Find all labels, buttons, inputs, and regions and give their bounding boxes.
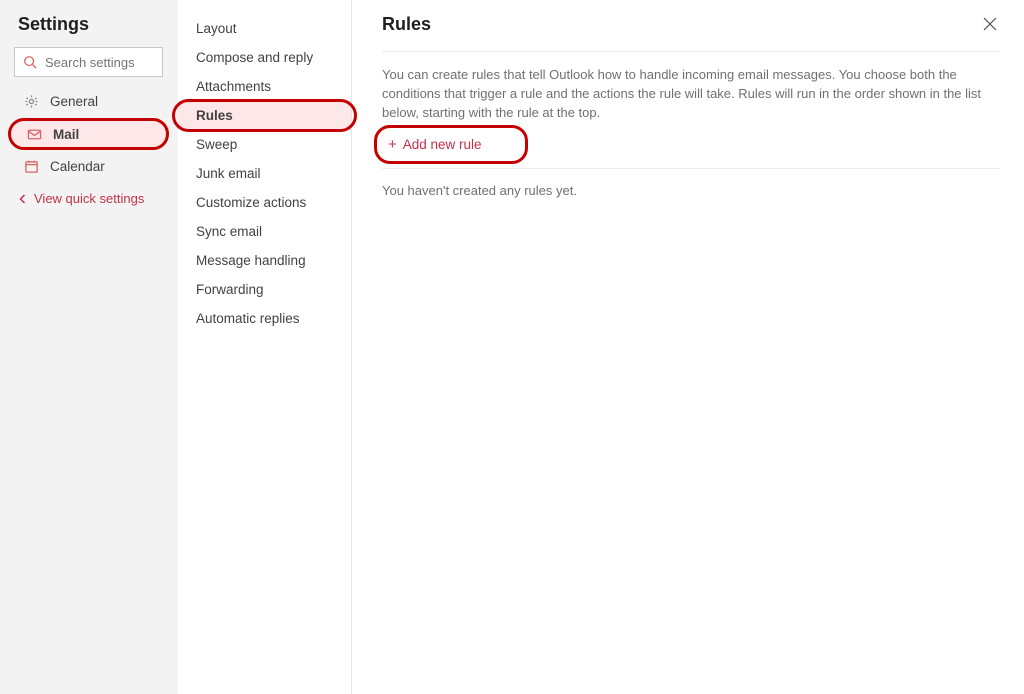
submenu-label: Junk email xyxy=(196,166,261,181)
plus-icon: + xyxy=(388,137,397,152)
view-quick-settings-link[interactable]: View quick settings xyxy=(0,181,177,206)
chevron-left-icon xyxy=(18,194,28,204)
search-settings-box[interactable] xyxy=(14,47,163,77)
search-icon xyxy=(23,55,37,69)
close-icon xyxy=(982,16,998,32)
submenu-label: Sync email xyxy=(196,224,262,239)
submenu-item-forwarding[interactable]: Forwarding xyxy=(178,275,351,304)
add-new-rule-label: Add new rule xyxy=(403,137,482,152)
submenu-item-junk[interactable]: Junk email xyxy=(178,159,351,188)
submenu-item-compose[interactable]: Compose and reply xyxy=(178,43,351,72)
sidebar-item-calendar[interactable]: Calendar xyxy=(0,152,177,181)
submenu-label: Forwarding xyxy=(196,282,264,297)
sidebar-item-label: Mail xyxy=(53,127,79,142)
submenu-label: Layout xyxy=(196,21,237,36)
submenu-item-layout[interactable]: Layout xyxy=(178,14,351,43)
rules-heading: Rules xyxy=(382,14,1000,52)
submenu-label: Rules xyxy=(196,108,233,123)
submenu-item-sync[interactable]: Sync email xyxy=(178,217,351,246)
submenu-label: Compose and reply xyxy=(196,50,313,65)
settings-sidebar: Settings General xyxy=(0,0,178,694)
settings-title: Settings xyxy=(0,14,177,47)
rules-description: You can create rules that tell Outlook h… xyxy=(382,52,1000,131)
rules-empty-text: You haven't created any rules yet. xyxy=(382,169,1000,198)
submenu-label: Sweep xyxy=(196,137,237,152)
mail-submenu: Layout Compose and reply Attachments Rul… xyxy=(178,0,352,694)
sidebar-item-general[interactable]: General xyxy=(0,87,177,116)
add-new-rule-button[interactable]: + Add new rule xyxy=(382,131,522,158)
submenu-item-attachments[interactable]: Attachments xyxy=(178,72,351,101)
gear-icon xyxy=(22,94,40,109)
mail-icon xyxy=(25,127,43,142)
submenu-item-customize[interactable]: Customize actions xyxy=(178,188,351,217)
sidebar-item-mail[interactable]: Mail xyxy=(8,118,169,150)
submenu-item-rules[interactable]: Rules xyxy=(178,101,351,130)
view-quick-settings-label: View quick settings xyxy=(34,191,144,206)
submenu-item-autoreplies[interactable]: Automatic replies xyxy=(178,304,351,333)
submenu-item-sweep[interactable]: Sweep xyxy=(178,130,351,159)
sidebar-item-label: Calendar xyxy=(50,159,105,174)
submenu-label: Customize actions xyxy=(196,195,306,210)
submenu-label: Message handling xyxy=(196,253,306,268)
close-button[interactable] xyxy=(982,16,1002,36)
submenu-label: Automatic replies xyxy=(196,311,300,326)
sidebar-item-label: General xyxy=(50,94,98,109)
submenu-label: Attachments xyxy=(196,79,271,94)
submenu-item-message-handling[interactable]: Message handling xyxy=(178,246,351,275)
rules-panel: Rules You can create rules that tell Out… xyxy=(352,0,1024,694)
search-settings-input[interactable] xyxy=(45,55,162,70)
calendar-icon xyxy=(22,159,40,174)
